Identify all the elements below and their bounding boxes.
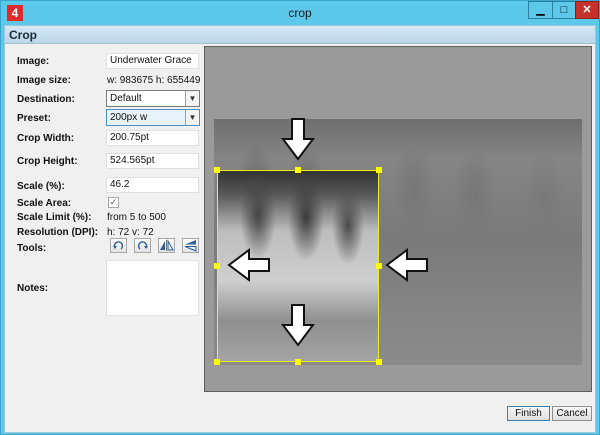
arrow-left-icon[interactable] bbox=[385, 248, 429, 282]
window-title: crop bbox=[288, 6, 312, 20]
crop-handle-top[interactable] bbox=[295, 167, 301, 173]
arrow-down-icon[interactable] bbox=[281, 303, 315, 347]
notes-textarea[interactable] bbox=[106, 260, 199, 316]
cancel-button[interactable]: Cancel bbox=[552, 406, 592, 421]
tools-label: Tools: bbox=[17, 243, 47, 254]
crop-height-field[interactable]: 524.565pt bbox=[106, 153, 199, 169]
preset-select[interactable]: 200px w ▼ bbox=[106, 109, 200, 126]
crop-preview-area[interactable] bbox=[204, 46, 592, 392]
scale-label: Scale (%): bbox=[17, 181, 65, 192]
scale-limit-value: from 5 to 500 bbox=[107, 212, 166, 223]
crop-handle-right[interactable] bbox=[376, 263, 382, 269]
resolution-value: h: 72 v: 72 bbox=[107, 227, 154, 238]
scale-area-label: Scale Area: bbox=[17, 198, 72, 209]
crop-handle-left[interactable] bbox=[214, 263, 220, 269]
crop-window: 4 crop ▁ □ ✕ Crop Image: Underwater Grac… bbox=[0, 0, 600, 435]
image-size-value: w: 983675 h: 655449 bbox=[107, 75, 201, 86]
resolution-label: Resolution (DPI): bbox=[17, 227, 99, 238]
destination-value: Default bbox=[110, 93, 142, 104]
flip-vertical-button[interactable] bbox=[182, 238, 199, 253]
preset-value: 200px w bbox=[110, 112, 148, 123]
maximize-button[interactable]: □ bbox=[552, 1, 576, 19]
destination-select[interactable]: Default ▼ bbox=[106, 90, 200, 107]
panel-title: Crop bbox=[5, 26, 595, 44]
chevron-down-icon[interactable]: ▼ bbox=[185, 91, 199, 106]
crop-handle-bottom-left[interactable] bbox=[214, 359, 220, 365]
notes-label: Notes: bbox=[17, 283, 49, 294]
crop-handle-top-left[interactable] bbox=[214, 167, 220, 173]
image-size-label: Image size: bbox=[17, 75, 71, 86]
crop-height-label: Crop Height: bbox=[17, 156, 78, 167]
arrow-left-icon[interactable] bbox=[227, 248, 271, 282]
rotate-right-icon bbox=[137, 241, 148, 250]
finish-button[interactable]: Finish bbox=[507, 406, 550, 421]
crop-width-label: Crop Width: bbox=[17, 133, 75, 144]
flip-horizontal-button[interactable] bbox=[158, 238, 175, 253]
image-label: Image: bbox=[17, 56, 50, 67]
rotate-left-icon bbox=[113, 241, 124, 250]
destination-label: Destination: bbox=[17, 94, 75, 105]
crop-handle-top-right[interactable] bbox=[376, 167, 382, 173]
flip-horizontal-icon bbox=[160, 239, 174, 251]
scale-area-checkbox[interactable]: ✓ bbox=[108, 197, 119, 208]
scale-field[interactable]: 46.2 bbox=[106, 177, 199, 193]
crop-handle-bottom[interactable] bbox=[295, 359, 301, 365]
flip-vertical-icon bbox=[184, 240, 197, 252]
title-bar[interactable]: 4 crop ▁ □ ✕ bbox=[1, 1, 599, 25]
crop-width-field[interactable]: 200.75pt bbox=[106, 130, 199, 146]
rotate-left-button[interactable] bbox=[110, 238, 127, 253]
arrow-down-icon[interactable] bbox=[281, 117, 315, 161]
chevron-down-icon[interactable]: ▼ bbox=[185, 110, 199, 125]
crop-handle-bottom-right[interactable] bbox=[376, 359, 382, 365]
scale-limit-label: Scale Limit (%): bbox=[17, 212, 92, 223]
rotate-right-button[interactable] bbox=[134, 238, 151, 253]
dialog-body: Crop Image: Underwater Grace Image size:… bbox=[4, 25, 596, 433]
preset-label: Preset: bbox=[17, 113, 51, 124]
close-button[interactable]: ✕ bbox=[575, 1, 599, 19]
minimize-button[interactable]: ▁ bbox=[528, 1, 553, 19]
image-name-field[interactable]: Underwater Grace bbox=[106, 53, 199, 69]
